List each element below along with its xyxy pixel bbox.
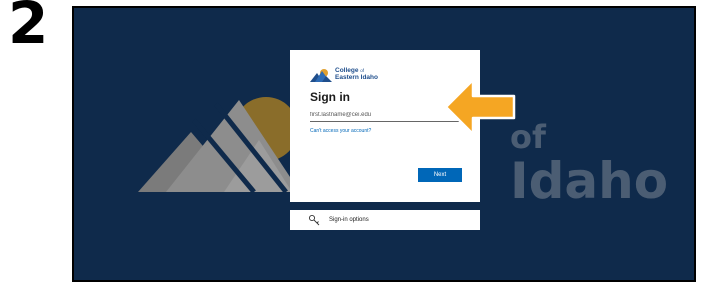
cei-logo-line2: Eastern Idaho bbox=[335, 74, 378, 81]
cant-access-link[interactable]: Can't access your account? bbox=[310, 128, 460, 134]
cei-logo-text: College of Eastern Idaho bbox=[335, 67, 378, 81]
cei-logo-line1: College bbox=[335, 67, 359, 74]
step-number: 2 bbox=[8, 0, 49, 57]
email-input[interactable] bbox=[310, 109, 460, 122]
mountain-logo-icon bbox=[310, 68, 332, 82]
cei-logo-of: of bbox=[360, 68, 365, 73]
signin-title: Sign in bbox=[310, 90, 350, 104]
background-brand-idaho: Idaho bbox=[510, 152, 669, 210]
cei-logo: College of Eastern Idaho bbox=[310, 64, 460, 84]
arrow-left-icon bbox=[444, 78, 516, 136]
next-button[interactable]: Next bbox=[418, 168, 462, 182]
screenshot-frame: of Idaho College of Eastern Idaho Sign i… bbox=[72, 6, 696, 282]
signin-options-button[interactable]: Sign-in options bbox=[290, 210, 480, 230]
tutorial-step: 2 of Idaho College of Eastern Idaho Sign… bbox=[0, 0, 707, 287]
key-icon bbox=[308, 214, 320, 226]
signin-options-label: Sign-in options bbox=[329, 217, 369, 223]
